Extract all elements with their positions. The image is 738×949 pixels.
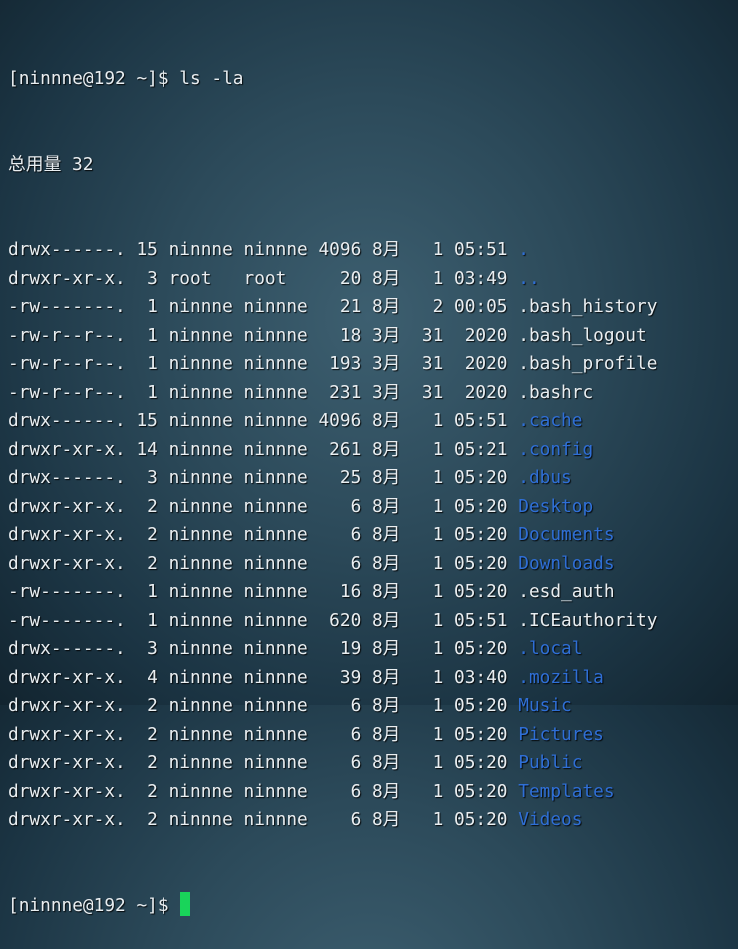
file-name: .ICEauthority — [518, 609, 658, 631]
prompt-text: [ninnne@192 ~]$ — [8, 894, 169, 916]
entry-details: drwxr-xr-x. 2 ninnne ninnne 6 8月 1 05:20 — [8, 780, 519, 802]
listing-row: -rw-r--r--. 1 ninnne ninnne 231 3月 31 20… — [8, 379, 734, 408]
listing-row: drwx------. 15 ninnne ninnne 4096 8月 1 0… — [8, 236, 734, 265]
directory-name: Desktop — [518, 495, 594, 517]
listing-row: drwx------. 15 ninnne ninnne 4096 8月 1 0… — [8, 407, 734, 436]
entry-details: drwxr-xr-x. 2 ninnne ninnne 6 8月 1 05:20 — [8, 723, 519, 745]
listing-row: drwxr-xr-x. 2 ninnne ninnne 6 8月 1 05:20… — [8, 493, 734, 522]
terminal-window[interactable]: [ninnne@192 ~]$ ls -la 总用量 32 drwx------… — [8, 8, 734, 916]
directory-name: Videos — [518, 809, 583, 830]
listing-row: drwxr-xr-x. 2 ninnne ninnne 6 8月 1 05:20… — [8, 749, 734, 778]
entry-details: drwxr-xr-x. 4 ninnne ninnne 39 8月 1 03:4… — [8, 666, 519, 688]
directory-name: . — [518, 239, 529, 260]
entry-details: drwx------. 15 ninnne ninnne 4096 8月 1 0… — [8, 239, 519, 260]
listing-row: drwxr-xr-x. 2 ninnne ninnne 6 8月 1 05:20… — [8, 806, 734, 835]
listing-row: -rw-------. 1 ninnne ninnne 16 8月 1 05:2… — [8, 578, 734, 607]
listing-row: -rw-r--r--. 1 ninnne ninnne 193 3月 31 20… — [8, 350, 734, 379]
listing-row: drwx------. 3 ninnne ninnne 25 8月 1 05:2… — [8, 464, 734, 493]
file-name: .bashrc — [518, 381, 594, 403]
listing-row: drwxr-xr-x. 14 ninnne ninnne 261 8月 1 05… — [8, 436, 734, 465]
entry-details: drwx------. 3 ninnne ninnne 19 8月 1 05:2… — [8, 638, 519, 659]
entry-details: -rw-r--r--. 1 ninnne ninnne 231 3月 31 20… — [8, 381, 519, 403]
entry-details: -rw-------. 1 ninnne ninnne 16 8月 1 05:2… — [8, 581, 519, 602]
file-name: .bash_profile — [518, 353, 658, 374]
listing-row: drwxr-xr-x. 2 ninnne ninnne 6 8月 1 05:20… — [8, 550, 734, 579]
listing-row: -rw-r--r--. 1 ninnne ninnne 18 3月 31 202… — [8, 322, 734, 351]
entry-details: drwxr-xr-x. 3 root root 20 8月 1 03:49 — [8, 267, 519, 289]
directory-name: Templates — [518, 780, 615, 802]
directory-listing: drwx------. 15 ninnne ninnne 4096 8月 1 0… — [8, 236, 734, 835]
listing-row: -rw-------. 1 ninnne ninnne 620 8月 1 05:… — [8, 607, 734, 636]
listing-row: drwxr-xr-x. 2 ninnne ninnne 6 8月 1 05:20… — [8, 778, 734, 807]
entry-details: drwx------. 15 ninnne ninnne 4096 8月 1 0… — [8, 410, 519, 431]
directory-name: Documents — [518, 524, 615, 545]
listing-row: drwxr-xr-x. 2 ninnne ninnne 6 8月 1 05:20… — [8, 721, 734, 750]
listing-row: drwxr-xr-x. 3 root root 20 8月 1 03:49 .. — [8, 265, 734, 294]
prompt-line[interactable]: [ninnne@192 ~]$ — [8, 891, 734, 921]
directory-name: .config — [518, 438, 594, 460]
directory-name: .cache — [518, 410, 583, 431]
listing-row: drwxr-xr-x. 4 ninnne ninnne 39 8月 1 03:4… — [8, 664, 734, 693]
entry-details: drwxr-xr-x. 2 ninnne ninnne 6 8月 1 05:20 — [8, 752, 519, 773]
entry-details: drwxr-xr-x. 2 ninnne ninnne 6 8月 1 05:20 — [8, 809, 519, 830]
directory-name: Public — [518, 752, 583, 773]
file-name: .bash_logout — [518, 324, 647, 346]
entry-details: drwxr-xr-x. 2 ninnne ninnne 6 8月 1 05:20 — [8, 495, 519, 517]
directory-name: .dbus — [518, 467, 572, 488]
listing-row: drwxr-xr-x. 2 ninnne ninnne 6 8月 1 05:20… — [8, 521, 734, 550]
directory-name: .mozilla — [518, 666, 604, 688]
entry-details: -rw-------. 1 ninnne ninnne 620 8月 1 05:… — [8, 609, 519, 631]
directory-name: Pictures — [518, 723, 604, 745]
entry-details: drwx------. 3 ninnne ninnne 25 8月 1 05:2… — [8, 467, 519, 488]
directory-name: .. — [518, 267, 540, 289]
directory-name: Music — [518, 695, 572, 716]
entry-details: -rw-------. 1 ninnne ninnne 21 8月 2 00:0… — [8, 296, 519, 317]
directory-name: .local — [518, 638, 583, 659]
listing-row: drwx------. 3 ninnne ninnne 19 8月 1 05:2… — [8, 635, 734, 664]
file-name: .esd_auth — [518, 581, 615, 602]
directory-name: Downloads — [518, 552, 615, 574]
total-line: 总用量 32 — [8, 153, 94, 175]
command-line: [ninnne@192 ~]$ ls -la — [8, 68, 244, 89]
listing-row: drwxr-xr-x. 2 ninnne ninnne 6 8月 1 05:20… — [8, 692, 734, 721]
entry-details: -rw-r--r--. 1 ninnne ninnne 18 3月 31 202… — [8, 324, 519, 346]
entry-details: drwxr-xr-x. 2 ninnne ninnne 6 8月 1 05:20 — [8, 695, 519, 716]
entry-details: drwxr-xr-x. 14 ninnne ninnne 261 8月 1 05… — [8, 438, 519, 460]
entry-details: drwxr-xr-x. 2 ninnne ninnne 6 8月 1 05:20 — [8, 524, 519, 545]
entry-details: drwxr-xr-x. 2 ninnne ninnne 6 8月 1 05:20 — [8, 552, 519, 574]
text-cursor — [179, 891, 190, 916]
entry-details: -rw-r--r--. 1 ninnne ninnne 193 3月 31 20… — [8, 353, 519, 374]
listing-row: -rw-------. 1 ninnne ninnne 21 8月 2 00:0… — [8, 293, 734, 322]
file-name: .bash_history — [518, 296, 658, 317]
